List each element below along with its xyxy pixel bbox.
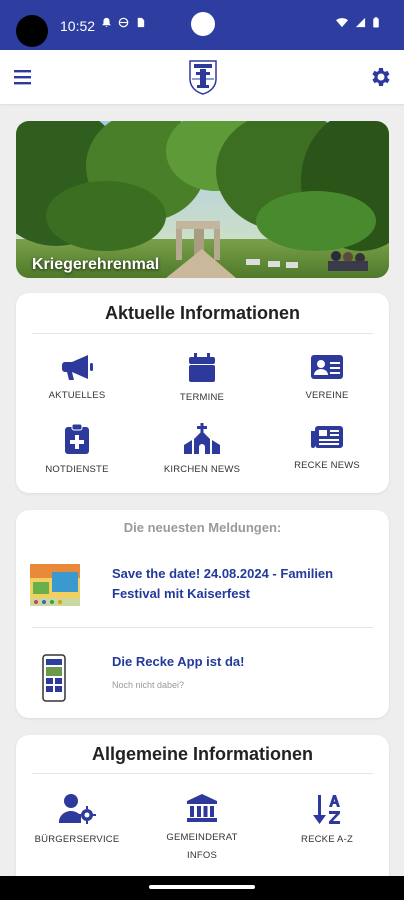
news-header: Die neuesten Meldungen: xyxy=(123,520,282,535)
hero-image xyxy=(16,121,389,278)
grid-item-recke-news[interactable]: RECKE NEWS xyxy=(272,423,382,475)
grid-label: NOTDIENSTE xyxy=(45,464,109,475)
town-hall-icon xyxy=(187,794,217,822)
grid-item-termine[interactable]: TERMINE xyxy=(147,353,257,407)
grid-item-vereine[interactable]: VEREINE xyxy=(272,353,382,405)
status-bar: 10:52 xyxy=(0,0,404,50)
bell-icon xyxy=(102,17,111,28)
news-card: Die neuesten Meldungen: Save the date! 2… xyxy=(16,510,389,718)
grid-label-line1: GEMEINDERAT xyxy=(166,832,238,843)
grid-label: RECKE A-Z xyxy=(301,834,353,845)
news-thumbnail-phone xyxy=(42,654,66,702)
wifi-icon xyxy=(336,18,348,28)
medical-clipboard-icon xyxy=(65,423,89,454)
news-item[interactable]: Save the date! 24.08.2024 - Familien Fes… xyxy=(28,562,377,612)
grid-label-line2: INFOS xyxy=(186,850,218,861)
gear-icon[interactable] xyxy=(368,65,392,89)
hamburger-menu-icon[interactable] xyxy=(12,66,34,88)
allgemeine-informationen-card: Allgemeine Informationen BÜRGERSERVICE G… xyxy=(16,735,389,895)
user-gear-icon xyxy=(58,794,96,824)
megaphone-icon xyxy=(62,355,93,380)
grid-label: BÜRGERSERVICE xyxy=(34,834,120,845)
grid-item-buergerservice[interactable]: BÜRGERSERVICE xyxy=(22,793,132,849)
grid-item-recke-a-z[interactable]: RECKE A-Z xyxy=(272,793,382,849)
card-title-allgemeine: Allgemeine Informationen xyxy=(91,744,314,764)
battery-icon xyxy=(373,17,379,28)
front-camera xyxy=(191,12,215,36)
coat-of-arms-logo[interactable] xyxy=(188,59,218,95)
calendar-icon xyxy=(189,353,215,382)
grid-label: GEMEINDERAT INFOS xyxy=(147,829,257,865)
news-thumbnail-festival xyxy=(30,564,80,606)
news-title: Die Recke App ist da! xyxy=(112,654,245,669)
grid-item-gemeinderat-infos[interactable]: GEMEINDERAT INFOS xyxy=(147,793,257,865)
home-gesture-handle[interactable] xyxy=(149,885,255,889)
signal-icon xyxy=(355,17,366,28)
status-notification-icons xyxy=(101,17,146,28)
grid-label: RECKE NEWS xyxy=(294,460,360,471)
globe-icon xyxy=(118,17,129,28)
news-title-line2: Festival mit Kaiserfest xyxy=(112,586,251,601)
status-time: 10:52 xyxy=(60,18,96,34)
app-bar xyxy=(0,50,404,104)
aktuelle-informationen-card: Aktuelle Informationen AKTUELLES TERMINE… xyxy=(16,293,389,493)
divider xyxy=(32,627,373,628)
camera-dot xyxy=(16,15,48,47)
id-card-icon xyxy=(311,355,343,379)
divider xyxy=(32,773,373,774)
card-title-aktuelle: Aktuelle Informationen xyxy=(104,303,301,323)
status-system-icons xyxy=(335,17,380,28)
sim-card-icon xyxy=(137,17,145,28)
grid-label: AKTUELLES xyxy=(48,390,106,401)
grid-label: KIRCHEN NEWS xyxy=(163,464,241,475)
news-subtitle: Noch nicht dabei? xyxy=(112,680,185,690)
news-item[interactable]: Die Recke App ist da! Noch nicht dabei? xyxy=(28,650,377,705)
news-title: Save the date! 24.08.2024 - Familien xyxy=(112,566,334,581)
grid-label: VEREINE xyxy=(305,390,349,401)
hero-caption: Kriegerehrenmal xyxy=(32,256,160,273)
church-icon xyxy=(184,423,220,454)
newspaper-icon xyxy=(311,426,343,448)
grid-item-notdienste[interactable]: NOTDIENSTE xyxy=(22,423,132,479)
grid-item-kirchen-news[interactable]: KIRCHEN NEWS xyxy=(147,423,257,479)
grid-item-aktuelles[interactable]: AKTUELLES xyxy=(22,353,132,405)
sort-alpha-icon xyxy=(313,795,340,824)
grid-label: TERMINE xyxy=(179,392,225,403)
divider xyxy=(32,333,373,334)
system-navigation-bar xyxy=(0,876,404,900)
hero-banner[interactable]: Kriegerehrenmal xyxy=(16,121,389,278)
